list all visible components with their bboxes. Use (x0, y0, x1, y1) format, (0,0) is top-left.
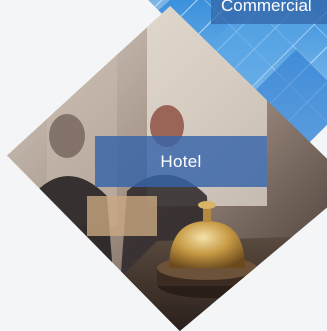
category-tiles: Commercial Hotel (0, 0, 327, 331)
commercial-label[interactable]: Commercial (211, 0, 327, 24)
hotel-label[interactable]: Hotel (95, 136, 267, 187)
